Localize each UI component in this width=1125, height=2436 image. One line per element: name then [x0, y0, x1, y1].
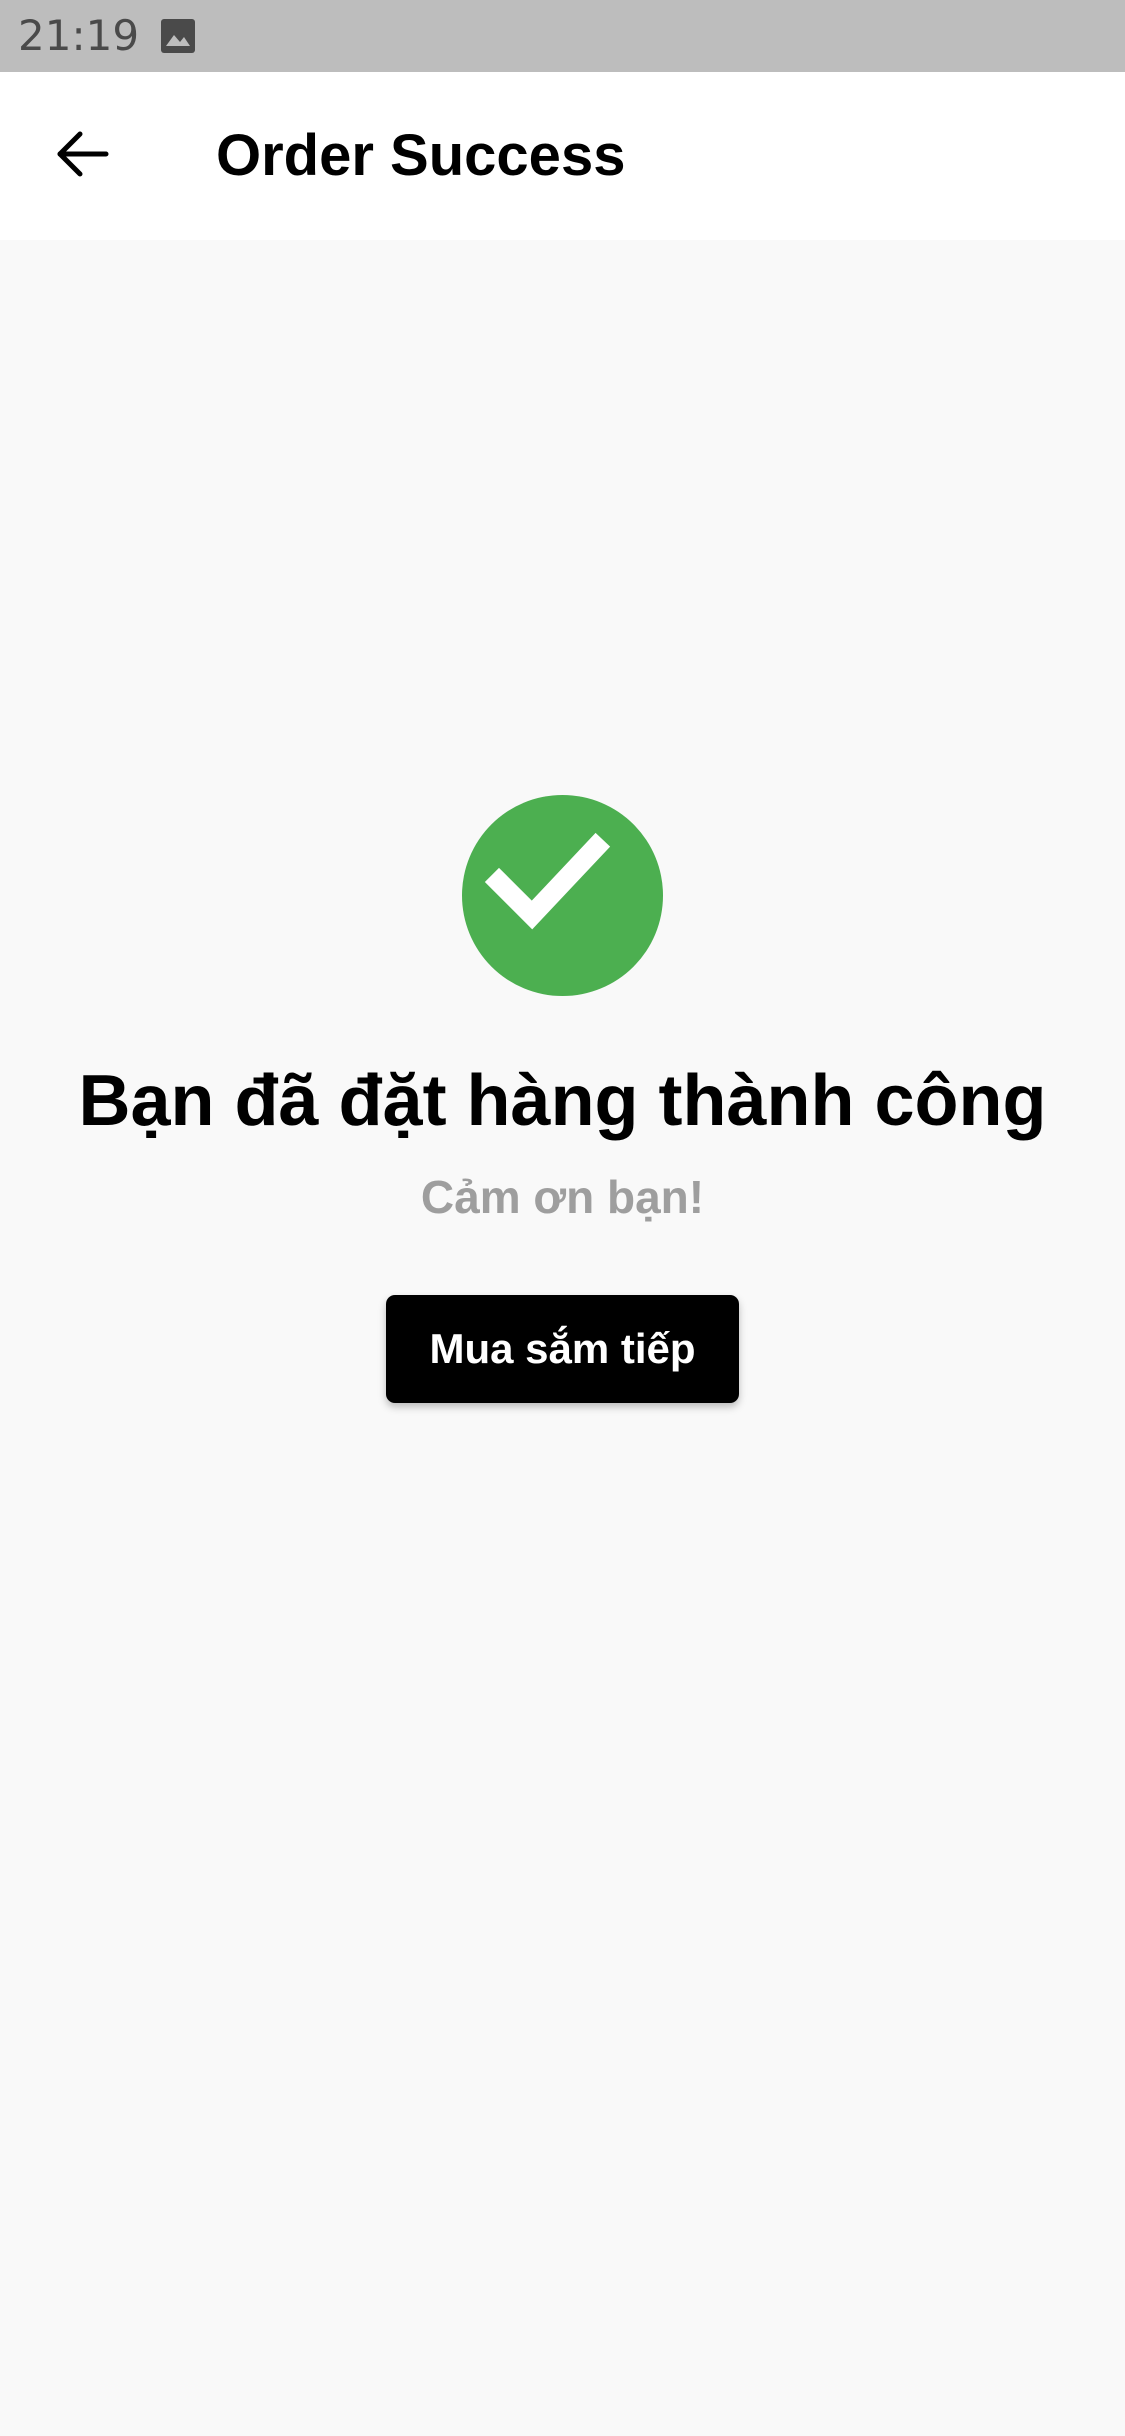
- status-time: 21:19: [18, 11, 140, 60]
- thank-you-text: Cảm ơn bạn!: [420, 1171, 705, 1223]
- page-title: Order Success: [216, 123, 626, 188]
- image-icon: [160, 18, 196, 54]
- back-button[interactable]: [40, 114, 124, 198]
- check-circle-icon: [462, 795, 663, 996]
- status-bar: 21:19: [0, 0, 1125, 72]
- success-headline: Bạn đã đặt hàng thành công: [78, 1061, 1047, 1141]
- app-bar: Order Success: [0, 72, 1125, 240]
- arrow-back-icon: [54, 126, 110, 187]
- continue-shopping-button[interactable]: Mua sắm tiếp: [386, 1295, 739, 1403]
